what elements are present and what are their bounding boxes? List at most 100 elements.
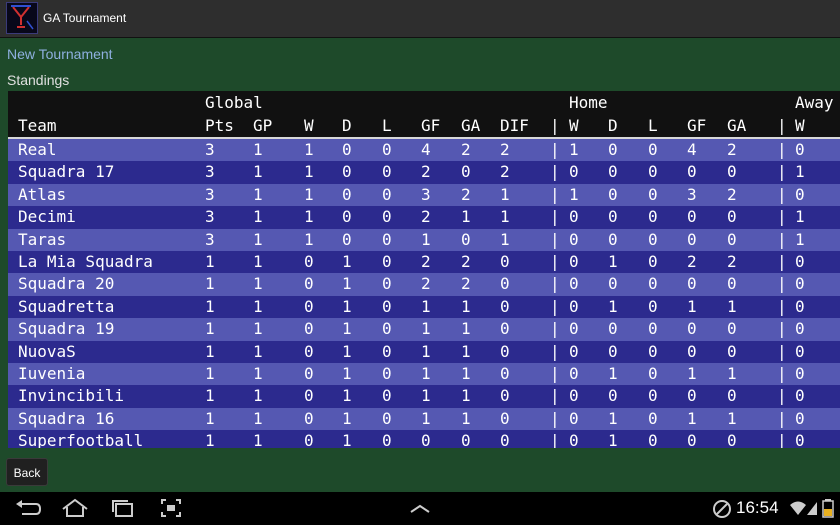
cell-home-w: 0 [569,252,579,271]
cell-dif: 2 [500,140,510,159]
cell-home-d: 0 [608,140,618,159]
new-tournament-link[interactable]: New Tournament [7,46,113,62]
cell-l: 0 [382,229,392,249]
cell-home-w: 0 [569,319,579,339]
cell-home-ga: 0 [727,274,737,294]
cell-ga: 2 [461,184,471,204]
cell-home-d: 1 [608,252,618,271]
group-global: Global [205,93,263,112]
cell-w: 1 [304,207,314,227]
cell-home-w: 0 [569,296,579,316]
team-name: Real [18,140,57,159]
standings-table[interactable]: Global Home Away Team Pts GP W D L GF GA DIF | W D L… [8,91,840,448]
cell-home-gf: 0 [687,386,697,406]
cell-home-w: 0 [569,431,579,448]
cell-ga: 0 [461,431,471,448]
col-header-w: W [304,116,314,135]
team-name: Squadra 16 [18,408,115,428]
cell-home-ga: 0 [727,431,737,448]
cell-home-l: 0 [648,386,658,406]
cell-sep1: | [550,364,560,383]
cell-home-l: 0 [648,296,658,316]
cell-sep1: | [550,341,560,361]
team-name: Invincibili [18,386,124,406]
cell-pts: 1 [205,431,215,448]
cell-dif: 0 [500,341,510,361]
cell-w: 1 [304,184,314,204]
cell-l: 0 [382,408,392,428]
cell-ga: 2 [461,274,471,294]
cell-l: 0 [382,296,392,316]
back-arrow-icon[interactable] [12,498,42,518]
cell-dif: 0 [500,274,510,294]
cell-home-d: 1 [608,364,618,383]
cell-gf: 3 [421,184,431,204]
cell-d: 1 [342,408,352,428]
cell-ga: 0 [461,229,471,249]
cell-home-l: 0 [648,229,658,249]
cell-pts: 1 [205,408,215,428]
cell-pts: 3 [205,184,215,204]
cell-home-d: 0 [608,207,618,227]
cell-l: 0 [382,364,392,383]
cell-w: 1 [304,229,314,249]
cell-sep1: | [550,140,560,159]
cell-away-w: 0 [795,364,805,383]
cell-gf: 2 [421,274,431,294]
table-row: NuovaS 1 1 0 1 0 1 1 0 | 0 0 0 0 0 | 0 [8,340,840,363]
cell-away-w: 0 [795,140,805,159]
cell-l: 0 [382,386,392,406]
chevron-up-icon[interactable] [405,498,435,518]
cell-home-l: 0 [648,364,658,383]
cell-home-ga: 1 [727,408,737,428]
col-header-sep1: | [550,116,560,135]
app-title: GA Tournament [43,11,127,25]
cell-ga: 2 [461,140,471,159]
back-button[interactable]: Back [6,458,48,486]
cell-d: 1 [342,319,352,339]
cell-pts: 3 [205,162,215,182]
cell-w: 0 [304,319,314,339]
cell-d: 0 [342,229,352,249]
table-row: Invincibili 1 1 0 1 0 1 1 0 | 0 0 0 0 0 | 0 [8,385,840,408]
table-row: Squadretta 1 1 0 1 0 1 1 0 | 0 1 0 1 1 | 0 [8,295,840,319]
cell-d: 1 [342,341,352,361]
cell-home-gf: 0 [687,229,697,249]
cell-gf: 1 [421,408,431,428]
screenshot-icon[interactable] [158,498,188,518]
col-header-home-w: W [569,116,579,135]
cell-d: 1 [342,274,352,294]
cell-sep2: | [777,207,787,227]
cell-home-w: 0 [569,162,579,182]
cell-pts: 1 [205,274,215,294]
cell-away-w: 0 [795,184,805,204]
recent-apps-icon[interactable] [108,498,138,518]
cell-w: 0 [304,296,314,316]
cell-sep1: | [550,162,560,182]
system-nav-bar: 16:54 [0,492,840,525]
cell-w: 0 [304,431,314,448]
col-header-gf: GF [421,116,441,135]
cell-gp: 1 [253,408,263,428]
cell-home-gf: 0 [687,341,697,361]
cell-home-w: 0 [569,364,579,383]
cell-l: 0 [382,140,392,159]
cell-home-gf: 1 [687,364,697,383]
home-icon[interactable] [60,498,90,518]
cell-home-d: 1 [608,431,618,448]
cell-gf: 1 [421,229,431,249]
cell-sep1: | [550,319,560,339]
cell-d: 0 [342,184,352,204]
col-header-home-ga: GA [727,116,747,135]
cell-sep2: | [777,364,787,383]
standings-label: Standings [7,72,70,88]
table-row: Taras 3 1 1 0 0 1 0 1 | 0 0 0 0 0 | 1 [8,228,840,251]
cell-home-l: 0 [648,408,658,428]
cell-home-d: 0 [608,162,618,182]
cell-dif: 0 [500,431,510,448]
table-row: Decimi 3 1 1 0 0 2 1 1 | 0 0 0 0 0 | 1 [8,206,840,229]
cell-home-w: 1 [569,184,579,204]
cell-pts: 1 [205,252,215,271]
cell-home-ga: 0 [727,207,737,227]
cell-w: 1 [304,162,314,182]
